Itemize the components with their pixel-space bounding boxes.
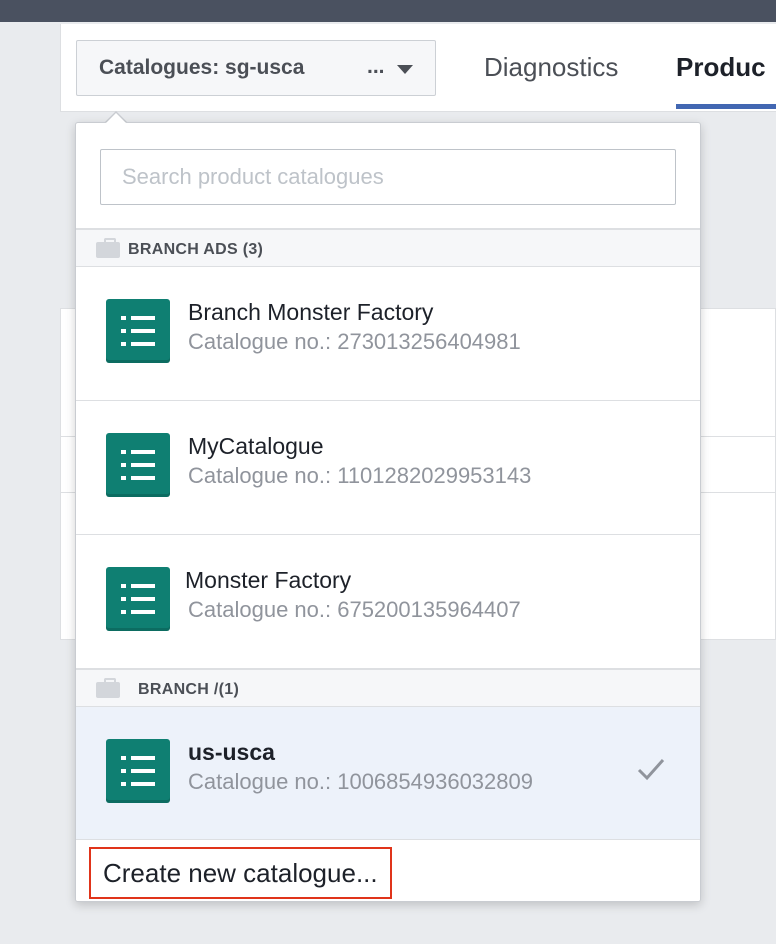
catalogue-selector-ellipsis: ... [367, 55, 385, 78]
catalogue-number: Catalogue no.: 1101282029953143 [188, 463, 532, 488]
catalogue-selector-label: Catalogues: sg-usca [99, 56, 305, 79]
section-header: BRANCH /(1) [76, 669, 700, 707]
caret-down-icon [397, 65, 413, 74]
catalogue-item-selected[interactable]: us-usca Catalogue no.: 1006854936032809 [76, 707, 700, 841]
catalogue-number: Catalogue no.: 273013256404981 [188, 329, 521, 354]
dropdown-footer: Create new catalogue... [76, 839, 700, 901]
section-title: BRANCH ADS (3) [128, 241, 264, 258]
catalogue-list-icon [106, 739, 170, 803]
catalogue-number: Catalogue no.: 675200135964407 [188, 597, 521, 622]
active-tab-indicator [676, 104, 776, 109]
catalogue-name: Monster Factory [185, 567, 352, 593]
catalogue-selector-button[interactable]: Catalogues: sg-usca ... [76, 40, 436, 96]
catalogue-name: us-usca [188, 739, 275, 765]
dropdown-arrow-fill [105, 113, 127, 124]
briefcase-icon [96, 678, 120, 698]
catalogue-number: Catalogue no.: 1006854936032809 [188, 769, 533, 794]
top-navigation-bar [0, 0, 776, 22]
create-new-catalogue-link[interactable]: Create new catalogue... [89, 847, 392, 899]
catalogue-item[interactable]: Branch Monster Factory Catalogue no.: 27… [76, 267, 700, 401]
catalogue-name: MyCatalogue [188, 433, 324, 459]
catalogue-list-icon [106, 433, 170, 497]
catalogue-list-icon [106, 567, 170, 631]
search-area [76, 123, 700, 229]
checkmark-icon [637, 759, 665, 781]
catalogue-name: Branch Monster Factory [188, 299, 434, 325]
catalogue-item[interactable]: MyCatalogue Catalogue no.: 1101282029953… [76, 401, 700, 535]
catalogue-dropdown: BRANCH ADS (3) Branch Monster Factory Ca… [75, 122, 701, 902]
tab-diagnostics[interactable]: Diagnostics [484, 52, 618, 83]
search-input[interactable] [100, 149, 676, 205]
catalogue-list-icon [106, 299, 170, 363]
tab-products[interactable]: Produc [676, 52, 776, 83]
catalogue-item[interactable]: Monster Factory Catalogue no.: 675200135… [76, 535, 700, 669]
section-header: BRANCH ADS (3) [76, 229, 700, 267]
section-title: BRANCH /(1) [138, 681, 240, 698]
briefcase-icon [96, 238, 120, 258]
